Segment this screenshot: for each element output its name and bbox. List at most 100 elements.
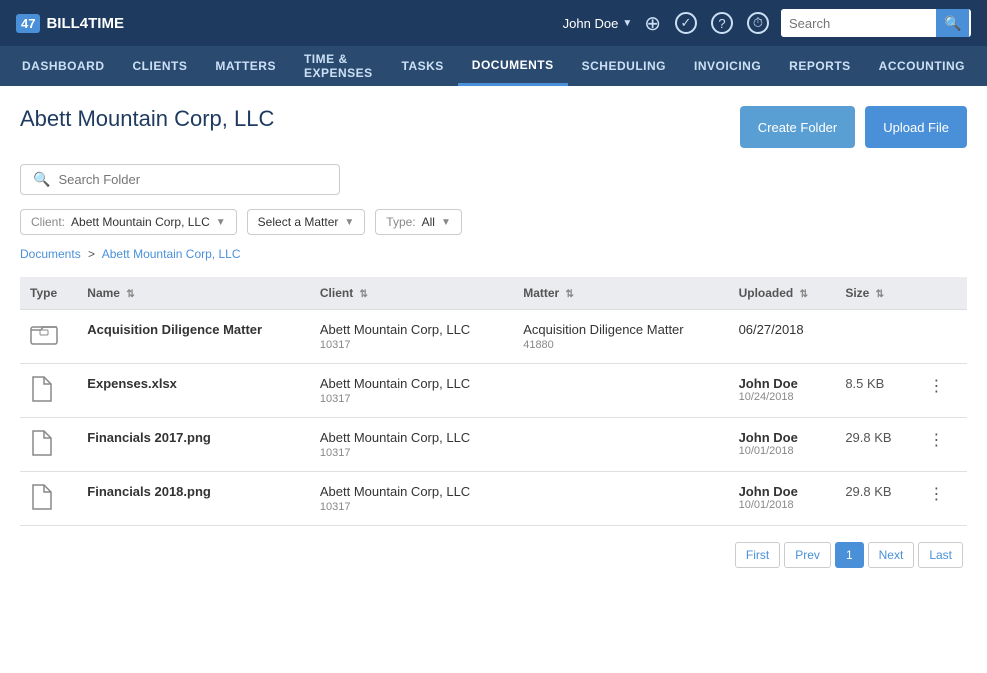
search-folder-container: 🔍 bbox=[20, 164, 340, 195]
search-folder-input[interactable] bbox=[58, 172, 327, 187]
client-name: Abett Mountain Corp, LLC bbox=[320, 376, 503, 391]
matter-filter[interactable]: Select a Matter ▼ bbox=[247, 209, 366, 235]
search-input[interactable] bbox=[781, 9, 936, 37]
nav-clients[interactable]: CLIENTS bbox=[119, 46, 202, 86]
type-filter-arrow: ▼ bbox=[441, 217, 451, 228]
row-more-button[interactable]: ⋮ bbox=[924, 484, 948, 504]
file-name-text: Acquisition Diligence Matter bbox=[87, 322, 262, 337]
top-icons: ⊕ ✓ ? ⏱ bbox=[644, 11, 769, 36]
pagination-last[interactable]: Last bbox=[918, 542, 963, 568]
col-name[interactable]: Name ⇅ bbox=[77, 277, 310, 310]
clock-icon[interactable]: ⏱ bbox=[747, 12, 769, 34]
file-name-text: Expenses.xlsx bbox=[87, 376, 177, 391]
nav-accounting[interactable]: ACCOUNTING bbox=[865, 46, 979, 86]
file-name-text: Financials 2017.png bbox=[87, 430, 211, 445]
matter-filter-arrow: ▼ bbox=[344, 217, 354, 228]
table-row: Financials 2017.png Abett Mountain Corp, … bbox=[20, 418, 967, 472]
cell-name[interactable]: Acquisition Diligence Matter bbox=[77, 310, 310, 364]
nav-tasks[interactable]: TASKS bbox=[388, 46, 458, 86]
matter-id: 41880 bbox=[523, 339, 718, 351]
file-table: Type Name ⇅ Client ⇅ Matter ⇅ Uploaded ⇅… bbox=[20, 277, 967, 526]
nav-scheduling[interactable]: SCHEDULING bbox=[568, 46, 680, 86]
cell-uploaded: John Doe10/24/2018 bbox=[729, 364, 836, 418]
table-row: Financials 2018.png Abett Mountain Corp, … bbox=[20, 472, 967, 526]
client-name: Abett Mountain Corp, LLC bbox=[320, 322, 503, 337]
search-bar: 🔍 bbox=[781, 9, 971, 37]
uploader-name: John Doe bbox=[739, 430, 826, 445]
breadcrumb-current[interactable]: Abett Mountain Corp, LLC bbox=[102, 247, 241, 261]
col-client[interactable]: Client ⇅ bbox=[310, 277, 513, 310]
file-name-text: Financials 2018.png bbox=[87, 484, 211, 499]
table-header: Type Name ⇅ Client ⇅ Matter ⇅ Uploaded ⇅… bbox=[20, 277, 967, 310]
file-icon bbox=[30, 498, 52, 513]
pagination-next[interactable]: Next bbox=[868, 542, 915, 568]
client-filter-arrow: ▼ bbox=[216, 217, 226, 228]
client-name: Abett Mountain Corp, LLC bbox=[320, 430, 503, 445]
cell-name[interactable]: Financials 2017.png bbox=[77, 418, 310, 472]
cell-name[interactable]: Financials 2018.png bbox=[77, 472, 310, 526]
cell-uploaded: John Doe10/01/2018 bbox=[729, 418, 836, 472]
type-filter[interactable]: Type: All ▼ bbox=[375, 209, 462, 235]
matter-name: Acquisition Diligence Matter bbox=[523, 322, 718, 337]
client-id: 10317 bbox=[320, 447, 503, 459]
client-name: Abett Mountain Corp, LLC bbox=[320, 484, 503, 499]
table-row: Expenses.xlsx Abett Mountain Corp, LLC103… bbox=[20, 364, 967, 418]
nav-dashboard[interactable]: DASHBOARD bbox=[8, 46, 119, 86]
user-dropdown-icon[interactable]: ▼ bbox=[622, 18, 632, 29]
actions-row: Abett Mountain Corp, LLC Create Folder U… bbox=[20, 106, 967, 148]
cell-matter bbox=[513, 472, 728, 526]
table-body: Acquisition Diligence Matter Abett Mounta… bbox=[20, 310, 967, 526]
filters-row: Client: Abett Mountain Corp, LLC ▼ Selec… bbox=[20, 209, 967, 235]
content-area: Abett Mountain Corp, LLC Create Folder U… bbox=[0, 86, 987, 582]
create-folder-button[interactable]: Create Folder bbox=[740, 106, 855, 148]
col-uploaded[interactable]: Uploaded ⇅ bbox=[729, 277, 836, 310]
nav-matters[interactable]: MATTERS bbox=[201, 46, 290, 86]
cell-type bbox=[20, 364, 77, 418]
pagination-first[interactable]: First bbox=[735, 542, 780, 568]
nav-documents[interactable]: DOCUMENTS bbox=[458, 46, 568, 86]
cell-client: Abett Mountain Corp, LLC 10317 bbox=[310, 418, 513, 472]
cell-name[interactable]: Expenses.xlsx bbox=[77, 364, 310, 418]
breadcrumb-root[interactable]: Documents bbox=[20, 247, 81, 261]
upload-date: 06/27/2018 bbox=[739, 322, 826, 337]
check-icon[interactable]: ✓ bbox=[675, 12, 697, 34]
cell-menu[interactable]: ⋮ bbox=[914, 418, 967, 472]
type-filter-value: All bbox=[422, 215, 435, 229]
logo-area: 47 BILL4TIME bbox=[16, 14, 124, 33]
cell-size bbox=[835, 310, 914, 364]
col-matter[interactable]: Matter ⇅ bbox=[513, 277, 728, 310]
nav-reports[interactable]: REPORTS bbox=[775, 46, 865, 86]
cell-matter bbox=[513, 364, 728, 418]
username-label: John Doe bbox=[563, 16, 619, 31]
help-icon[interactable]: ? bbox=[711, 12, 733, 34]
upload-date: 10/01/2018 bbox=[739, 445, 826, 457]
col-size[interactable]: Size ⇅ bbox=[835, 277, 914, 310]
logo-icon: 47 bbox=[16, 14, 40, 33]
row-more-button[interactable]: ⋮ bbox=[924, 430, 948, 450]
cell-matter bbox=[513, 418, 728, 472]
add-icon[interactable]: ⊕ bbox=[644, 11, 661, 36]
pagination-current[interactable]: 1 bbox=[835, 542, 864, 568]
nav-time-expenses[interactable]: TIME & EXPENSES bbox=[290, 46, 388, 86]
cell-uploaded: 06/27/2018 bbox=[729, 310, 836, 364]
client-id: 10317 bbox=[320, 501, 503, 513]
page-title: Abett Mountain Corp, LLC bbox=[20, 106, 274, 132]
cell-client: Abett Mountain Corp, LLC10317 bbox=[310, 310, 513, 364]
file-size: 29.8 KB bbox=[835, 418, 914, 472]
search-button[interactable]: 🔍 bbox=[936, 9, 969, 37]
user-section[interactable]: John Doe ▼ bbox=[563, 16, 633, 31]
file-size: 29.8 KB bbox=[835, 472, 914, 526]
top-bar: 47 BILL4TIME John Doe ▼ ⊕ ✓ ? ⏱ 🔍 bbox=[0, 0, 987, 46]
cell-client: Abett Mountain Corp, LLC10317 bbox=[310, 364, 513, 418]
cell-menu[interactable]: ⋮ bbox=[914, 472, 967, 526]
file-icon bbox=[30, 390, 52, 405]
pagination-prev[interactable]: Prev bbox=[784, 542, 831, 568]
client-filter[interactable]: Client: Abett Mountain Corp, LLC ▼ bbox=[20, 209, 237, 235]
upload-file-button[interactable]: Upload File bbox=[865, 106, 967, 148]
cell-uploaded: John Doe10/01/2018 bbox=[729, 472, 836, 526]
col-actions bbox=[914, 277, 967, 310]
cell-menu[interactable]: ⋮ bbox=[914, 364, 967, 418]
row-more-button[interactable]: ⋮ bbox=[924, 376, 948, 396]
nav-invoicing[interactable]: INVOICING bbox=[680, 46, 775, 86]
breadcrumb-separator: > bbox=[88, 247, 95, 261]
